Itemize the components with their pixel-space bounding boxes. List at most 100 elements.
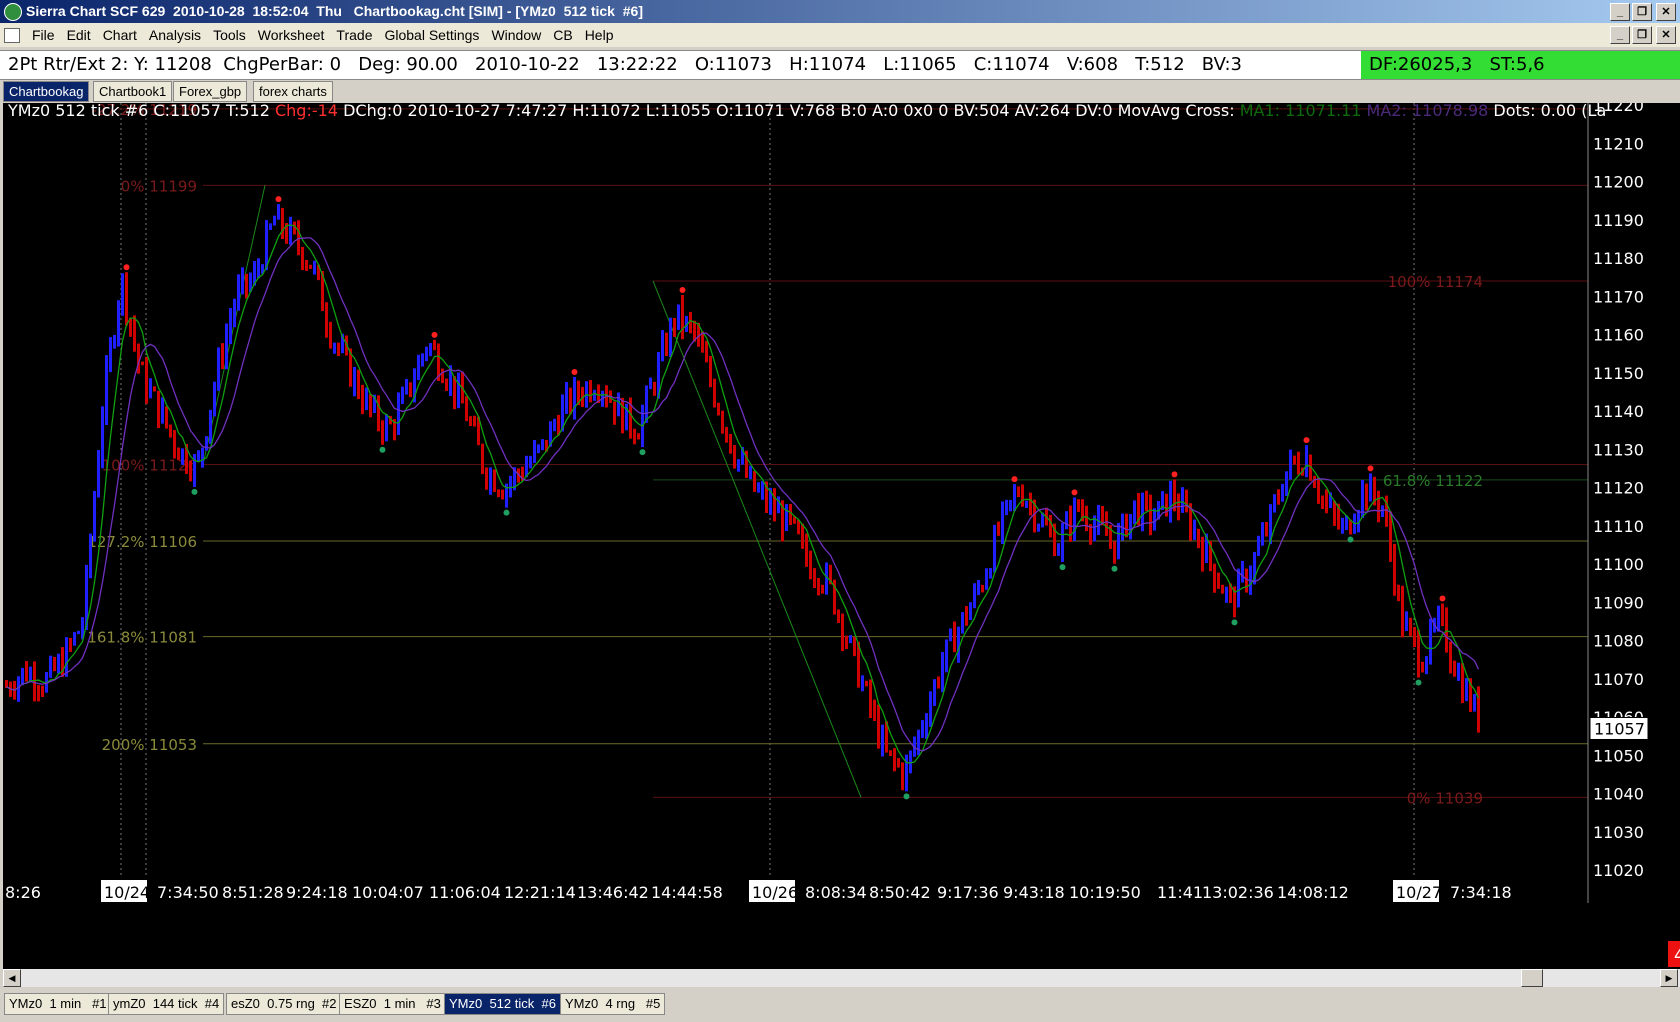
- price-bar: [929, 691, 932, 727]
- price-bar: [149, 378, 152, 399]
- child-restore-button[interactable]: ❐: [1632, 26, 1652, 44]
- price-bar: [1473, 694, 1476, 712]
- price-bar: [621, 397, 624, 434]
- price-bar: [861, 675, 864, 692]
- ma2-line: [6, 237, 1480, 752]
- price-bar: [501, 489, 504, 500]
- price-bar: [565, 381, 568, 414]
- swing-low-dot: [503, 509, 510, 516]
- price-bar: [1017, 486, 1020, 498]
- price-bar: [421, 353, 424, 367]
- price-bar: [553, 418, 556, 432]
- tab-chartbookag[interactable]: Chartbookag: [3, 81, 90, 102]
- price-bar: [1317, 477, 1320, 504]
- price-bar: [69, 637, 72, 652]
- price-bar: [1257, 535, 1260, 556]
- tab-ymz0-4rng[interactable]: YMz0 4 rng #5: [560, 993, 666, 1015]
- price-bar: [661, 330, 664, 362]
- tab-esz0-075rng[interactable]: esZ0 0.75 rng #2: [226, 993, 342, 1015]
- price-bar: [813, 568, 816, 588]
- swing-high-dot: [679, 287, 686, 294]
- horizontal-scrollbar[interactable]: ◀ ▶: [3, 969, 1680, 987]
- tab-forex-charts[interactable]: forex charts: [253, 81, 333, 102]
- price-bar: [1169, 480, 1172, 523]
- swing-low-dot: [903, 793, 910, 800]
- tab-ymz0-144tick[interactable]: ymZ0 144 tick #4: [108, 993, 225, 1015]
- tab-ymz0-1min[interactable]: YMz0 1 min #1: [4, 993, 112, 1015]
- price-bar: [773, 488, 776, 522]
- y-tick-label: 11170: [1593, 287, 1644, 306]
- child-close-button[interactable]: ✕: [1656, 26, 1676, 44]
- last-price-label: 11057: [1594, 719, 1645, 738]
- price-bar: [873, 699, 876, 721]
- df-status-box: DF:26025,3 ST:5,6: [1361, 51, 1680, 79]
- fib-level-label: 100% 11174: [1388, 273, 1483, 291]
- y-tick-label: 11160: [1593, 326, 1644, 345]
- tab-forex-gbp[interactable]: Forex_gbp: [173, 81, 248, 102]
- price-bar: [1325, 489, 1328, 514]
- price-bar: [1449, 641, 1452, 674]
- menu-global-settings[interactable]: Global Settings: [380, 27, 487, 43]
- price-bar: [225, 323, 228, 370]
- price-bar: [1145, 490, 1148, 512]
- price-bar: [453, 376, 456, 410]
- minimize-button[interactable]: _: [1610, 3, 1630, 21]
- price-bar: [157, 390, 160, 429]
- price-bar: [361, 384, 364, 415]
- price-bar: [1057, 543, 1060, 556]
- price-bar: [797, 519, 800, 535]
- price-bar: [1165, 493, 1168, 517]
- price-bar: [1105, 511, 1108, 536]
- price-bar: [613, 401, 616, 425]
- menu-file[interactable]: File: [28, 27, 63, 43]
- price-bar: [953, 621, 956, 653]
- price-bar: [1265, 521, 1268, 537]
- price-bar: [721, 410, 724, 434]
- menu-trade[interactable]: Trade: [332, 27, 380, 43]
- menu-window[interactable]: Window: [487, 27, 549, 43]
- price-bar: [677, 304, 680, 330]
- price-bar: [181, 448, 184, 465]
- menu-cb[interactable]: CB: [549, 27, 580, 43]
- price-bar: [465, 396, 468, 422]
- x-tick-label: 8:50:42: [869, 883, 931, 902]
- price-bar: [397, 392, 400, 435]
- close-button[interactable]: ✕: [1656, 3, 1676, 21]
- restore-button[interactable]: ❐: [1632, 3, 1652, 21]
- child-minimize-button[interactable]: _: [1610, 26, 1630, 44]
- document-icon[interactable]: [4, 28, 20, 43]
- swing-low-dot: [1415, 679, 1422, 686]
- menu-chart[interactable]: Chart: [99, 27, 145, 43]
- swing-high-dot: [571, 369, 578, 376]
- swing-low-dot: [1059, 564, 1066, 571]
- fib-level-label: 0% 11199: [121, 177, 197, 195]
- menu-worksheet[interactable]: Worksheet: [254, 27, 333, 43]
- price-chart[interactable]: -27.2% 112190% 11199100% 11126127.2% 111…: [3, 96, 1680, 969]
- menu-tools[interactable]: Tools: [209, 27, 254, 43]
- price-bar: [21, 667, 24, 686]
- menu-analysis[interactable]: Analysis: [145, 27, 209, 43]
- scroll-thumb[interactable]: [1521, 969, 1543, 987]
- price-bar: [497, 489, 500, 498]
- price-bar: [1029, 492, 1032, 516]
- tab-esz0-1min[interactable]: ESZ0 1 min #3: [339, 993, 446, 1015]
- price-bar: [617, 392, 620, 417]
- price-bar: [401, 386, 404, 405]
- price-bar: [73, 632, 76, 646]
- price-bar: [753, 471, 756, 492]
- swing-low-dot: [1111, 565, 1118, 572]
- scroll-left-button[interactable]: ◀: [3, 969, 21, 987]
- price-bar: [973, 583, 976, 609]
- price-bar: [433, 339, 436, 351]
- tab-ymz0-512tick[interactable]: YMz0 512 tick #6: [444, 993, 561, 1015]
- price-bar: [209, 409, 212, 444]
- fib-level-label: 200% 11053: [102, 736, 197, 754]
- price-bar: [117, 300, 120, 347]
- scroll-right-button[interactable]: ▶: [1660, 969, 1678, 987]
- tab-chartbook1[interactable]: Chartbook1: [93, 81, 173, 102]
- price-bar: [425, 346, 428, 362]
- price-bar: [993, 524, 996, 573]
- menu-help[interactable]: Help: [581, 27, 622, 43]
- chart-area[interactable]: -27.2% 11219 0% 11199 100% 11126 127.2% 111…: [3, 96, 1680, 969]
- menu-edit[interactable]: Edit: [63, 27, 99, 43]
